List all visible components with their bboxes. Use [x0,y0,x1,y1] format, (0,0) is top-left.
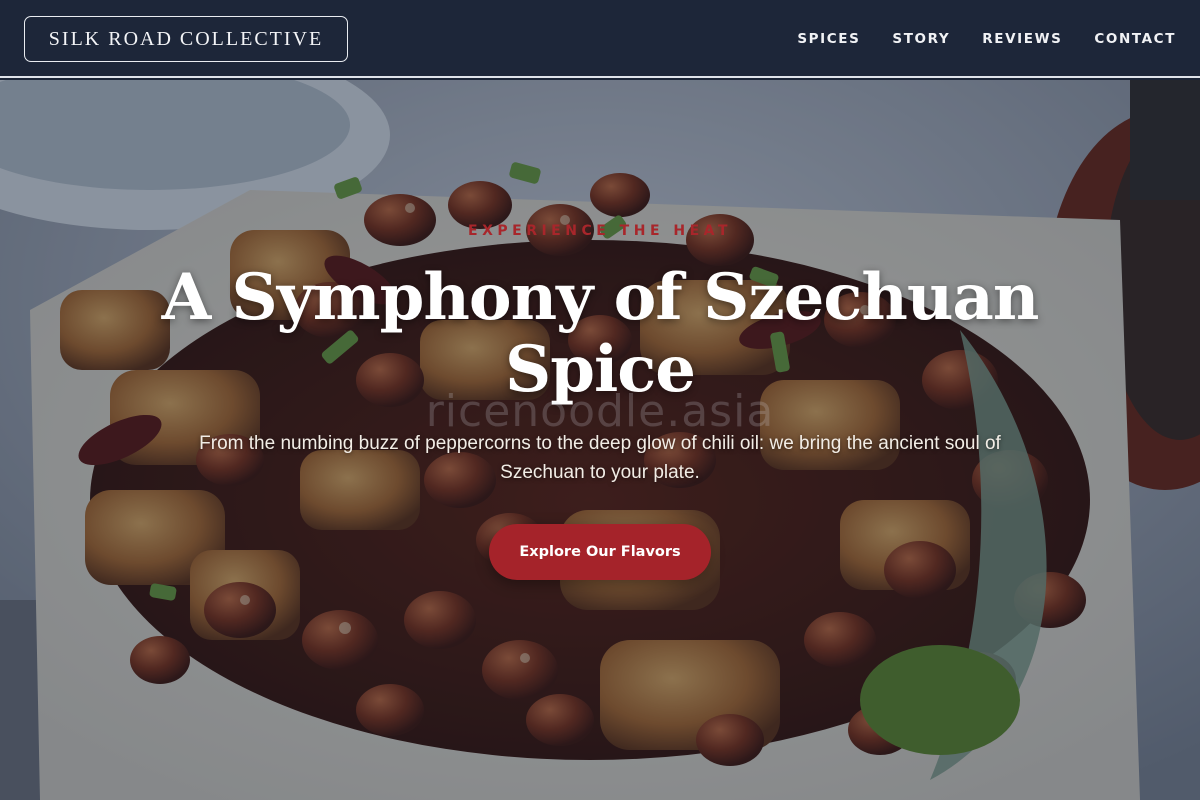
hero-eyebrow: EXPERIENCE THE HEAT [468,223,732,239]
hero-subtext: From the numbing buzz of peppercorns to … [199,433,1001,483]
site-header: SILK ROAD COLLECTIVE SPICES STORY REVIEW… [0,0,1200,78]
main-nav: SPICES STORY REVIEWS CONTACT [797,0,1176,78]
hero-headline: A Symphony of Szechuan Spice [161,260,1040,407]
nav-link-reviews[interactable]: REVIEWS [982,31,1062,47]
nav-link-story[interactable]: STORY [892,31,950,47]
nav-link-spices[interactable]: SPICES [797,31,860,47]
nav-link-contact[interactable]: CONTACT [1094,31,1176,47]
logo[interactable]: SILK ROAD COLLECTIVE [24,16,348,62]
explore-flavors-button[interactable]: Explore Our Flavors [489,524,711,580]
hero-content: EXPERIENCE THE HEAT A Symphony of Szechu… [0,80,1200,800]
hero-section: EXPERIENCE THE HEAT A Symphony of Szechu… [0,80,1200,800]
